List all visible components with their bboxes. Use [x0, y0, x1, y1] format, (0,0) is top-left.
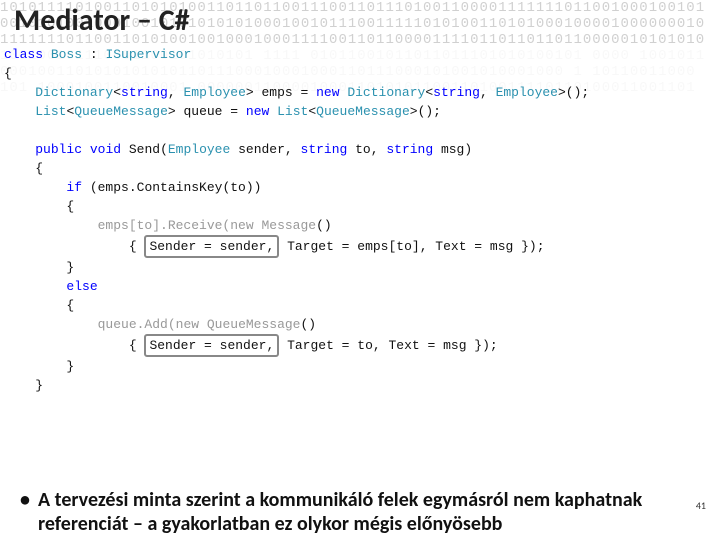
kw-class: class	[4, 47, 43, 62]
page-number: 41	[696, 499, 706, 512]
type-boss: Boss	[51, 47, 82, 62]
highlight-box-1: Sender = sender,	[144, 235, 279, 258]
bullet-area: A tervezési minta szerint a kommunikáló …	[0, 488, 720, 536]
highlight-box-2: Sender = sender,	[144, 334, 279, 357]
slide-title: Mediator – C#	[0, 0, 720, 43]
bullet-text: A tervezési minta szerint a kommunikáló …	[20, 488, 712, 536]
type-isupervisor: ISupervisor	[105, 47, 191, 62]
slide-content: Mediator – C# class Boss : ISupervisor {…	[0, 0, 720, 395]
code-block: class Boss : ISupervisor { Dictionary<st…	[0, 43, 720, 395]
